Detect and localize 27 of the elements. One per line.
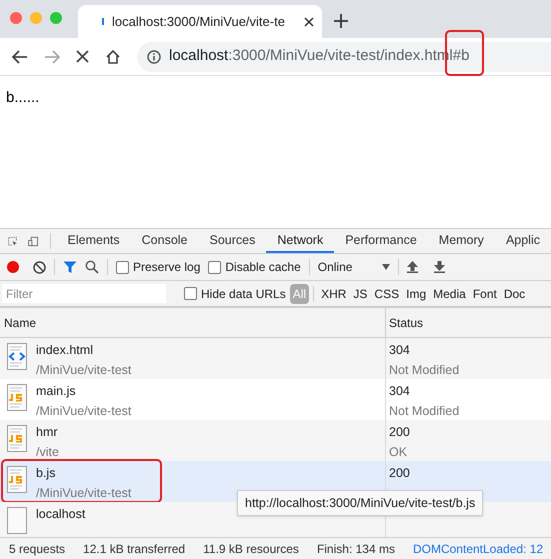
status-code: 304 — [389, 342, 411, 359]
request-path: /MiniVue/vite-test — [36, 362, 132, 379]
summary-text: 5 requests — [8, 540, 66, 558]
status-text: Not Modified — [389, 362, 460, 379]
request-path: /MiniVue/vite-test — [36, 485, 132, 502]
request-name: b.js — [36, 465, 56, 482]
status-code: 304 — [389, 383, 411, 400]
dom-content-loaded-time: DOMContentLoaded: 12 — [412, 540, 544, 558]
page-text: b...... — [6, 89, 40, 106]
status-text: OK — [389, 444, 408, 461]
request-name: localhost — [36, 506, 86, 523]
request-path: /MiniVue/vite-test — [36, 403, 132, 420]
tab-title: localhost:3000/MiniVue/vite-te — [112, 12, 286, 31]
summary-text: 11.9 kB resources — [202, 540, 300, 558]
tooltip: http://localhost:3000/MiniVue/vite-test/b.js — [237, 490, 484, 516]
request-path: /vite — [36, 444, 59, 461]
summary-text: 12.1 kB transferred — [82, 540, 186, 558]
status-code: 200 — [389, 465, 411, 482]
preserve-log-label: Preserve log — [133, 259, 200, 276]
status-text: Not Modified — [389, 403, 460, 420]
summary-text: Finish: 134 ms — [316, 540, 396, 558]
request-name: index.html — [36, 342, 94, 359]
disable-cache-label: Disable cache — [225, 259, 301, 276]
request-name: hmr — [36, 424, 59, 441]
hide-data-urls-label: Hide data URLs — [201, 286, 286, 302]
status-code: 200 — [389, 424, 411, 441]
request-name: main.js — [36, 383, 77, 400]
